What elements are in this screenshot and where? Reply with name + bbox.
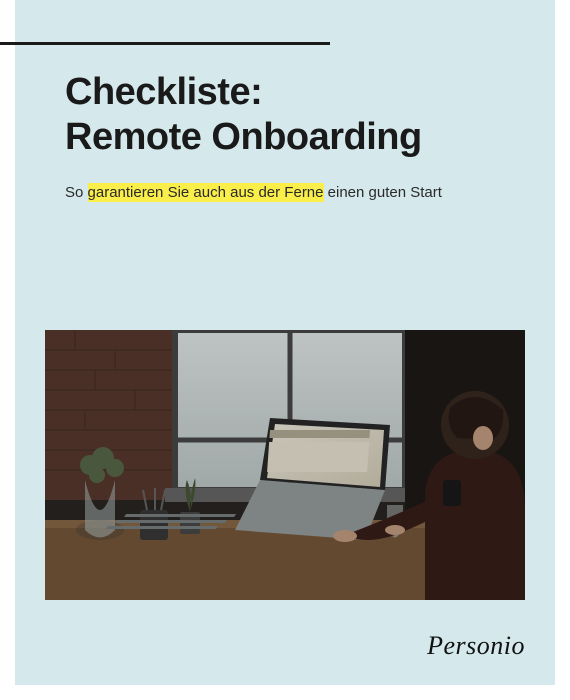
hero-image — [45, 330, 525, 600]
subtitle: So garantieren Sie auch aus der Ferne ei… — [65, 184, 505, 201]
remote-work-illustration — [45, 330, 525, 600]
document-page: Checkliste: Remote Onboarding So garanti… — [15, 0, 555, 685]
horizontal-rule — [0, 42, 330, 45]
subtitle-highlight: garantieren Sie auch aus der Ferne — [88, 183, 324, 202]
subtitle-pre: So — [65, 184, 88, 201]
subtitle-post: einen guten Start — [324, 184, 442, 201]
brand-logo: Personio — [427, 631, 525, 661]
title-line-1: Checkliste: — [65, 71, 262, 113]
title-block: Checkliste: Remote Onboarding So garanti… — [15, 0, 555, 201]
page-title: Checkliste: Remote Onboarding — [65, 70, 505, 160]
title-line-2: Remote Onboarding — [65, 116, 422, 158]
